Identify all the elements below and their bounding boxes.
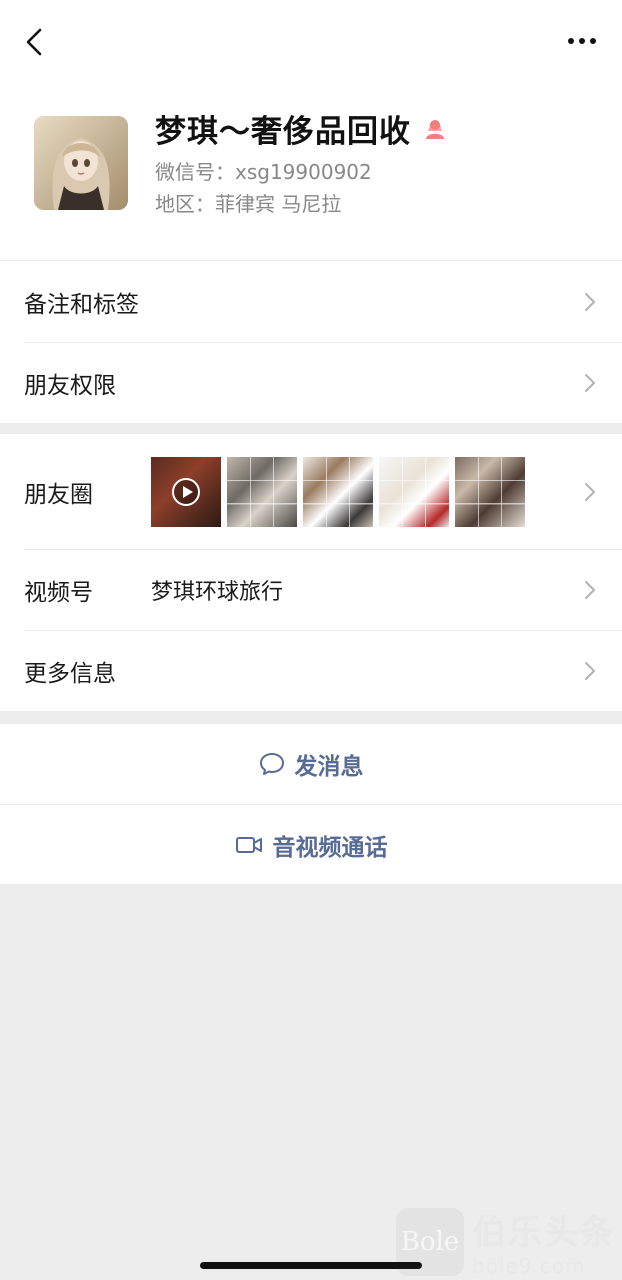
chevron-right-icon — [585, 580, 595, 599]
video-camera-icon — [235, 835, 263, 855]
name-row: 梦琪～奢侈品回收 — [155, 106, 447, 151]
channels-row[interactable]: 视频号 梦琪环球旅行 — [0, 549, 622, 630]
back-arrow-icon — [26, 28, 42, 56]
info-group: 朋友圈 视频号 梦琪环球旅行 更多信息 — [0, 434, 622, 711]
back-button[interactable] — [18, 24, 50, 60]
watermark-name: 伯乐头条 — [472, 1213, 616, 1253]
actions-group: 发消息 音视频通话 — [0, 724, 622, 884]
chevron-right-icon — [585, 482, 595, 501]
home-indicator[interactable] — [200, 1262, 422, 1269]
more-dots-icon — [568, 38, 596, 44]
avatar[interactable] — [34, 116, 128, 210]
region: 地区：菲律宾 马尼拉 — [155, 192, 342, 216]
moments-thumbnail — [227, 457, 297, 527]
watermark: Bole 伯乐头条 bole9.com — [396, 1205, 616, 1278]
moments-thumbnail — [379, 457, 449, 527]
wechat-id: 微信号：xsg19900902 — [155, 160, 372, 184]
avatar-image — [34, 116, 128, 210]
more-options-button[interactable] — [562, 26, 602, 56]
contact-profile-page: 梦琪～奢侈品回收 微信号：xsg19900902 地区：菲律宾 马尼拉 备注和标… — [0, 0, 622, 1280]
moments-thumbnail — [151, 457, 221, 527]
chat-bubble-icon — [259, 752, 285, 776]
send-message-button[interactable]: 发消息 — [0, 724, 622, 804]
more-info-row[interactable]: 更多信息 — [0, 630, 622, 711]
top-nav-bar — [0, 0, 622, 84]
video-call-label: 音视频通话 — [272, 834, 388, 861]
female-icon — [426, 119, 444, 139]
video-call-button[interactable]: 音视频通话 — [0, 804, 622, 884]
chevron-right-icon — [585, 292, 595, 311]
channels-label: 视频号 — [24, 579, 93, 606]
send-message-label: 发消息 — [294, 754, 364, 780]
profile-header: 梦琪～奢侈品回收 微信号：xsg19900902 地区：菲律宾 马尼拉 — [0, 84, 622, 260]
channels-value: 梦琪环球旅行 — [151, 579, 284, 605]
remarks-tags-row[interactable]: 备注和标签 — [0, 261, 622, 342]
contact-name: 梦琪～奢侈品回收 — [155, 114, 411, 150]
moments-row[interactable]: 朋友圈 — [0, 434, 622, 549]
play-icon — [172, 478, 200, 506]
moments-thumbnail — [303, 457, 373, 527]
chevron-right-icon — [585, 661, 595, 680]
chevron-right-icon — [585, 373, 595, 392]
watermark-text: 伯乐头条 bole9.com — [472, 1205, 616, 1278]
remarks-tags-label: 备注和标签 — [24, 291, 139, 318]
settings-group: 备注和标签 朋友权限 — [0, 260, 622, 423]
moments-label: 朋友圈 — [24, 481, 93, 508]
moments-thumbnail — [455, 457, 525, 527]
more-info-label: 更多信息 — [24, 660, 116, 687]
watermark-url: bole9.com — [472, 1254, 586, 1278]
friend-permissions-label: 朋友权限 — [24, 372, 116, 399]
moments-thumbnails — [151, 457, 525, 527]
friend-permissions-row[interactable]: 朋友权限 — [0, 342, 622, 423]
